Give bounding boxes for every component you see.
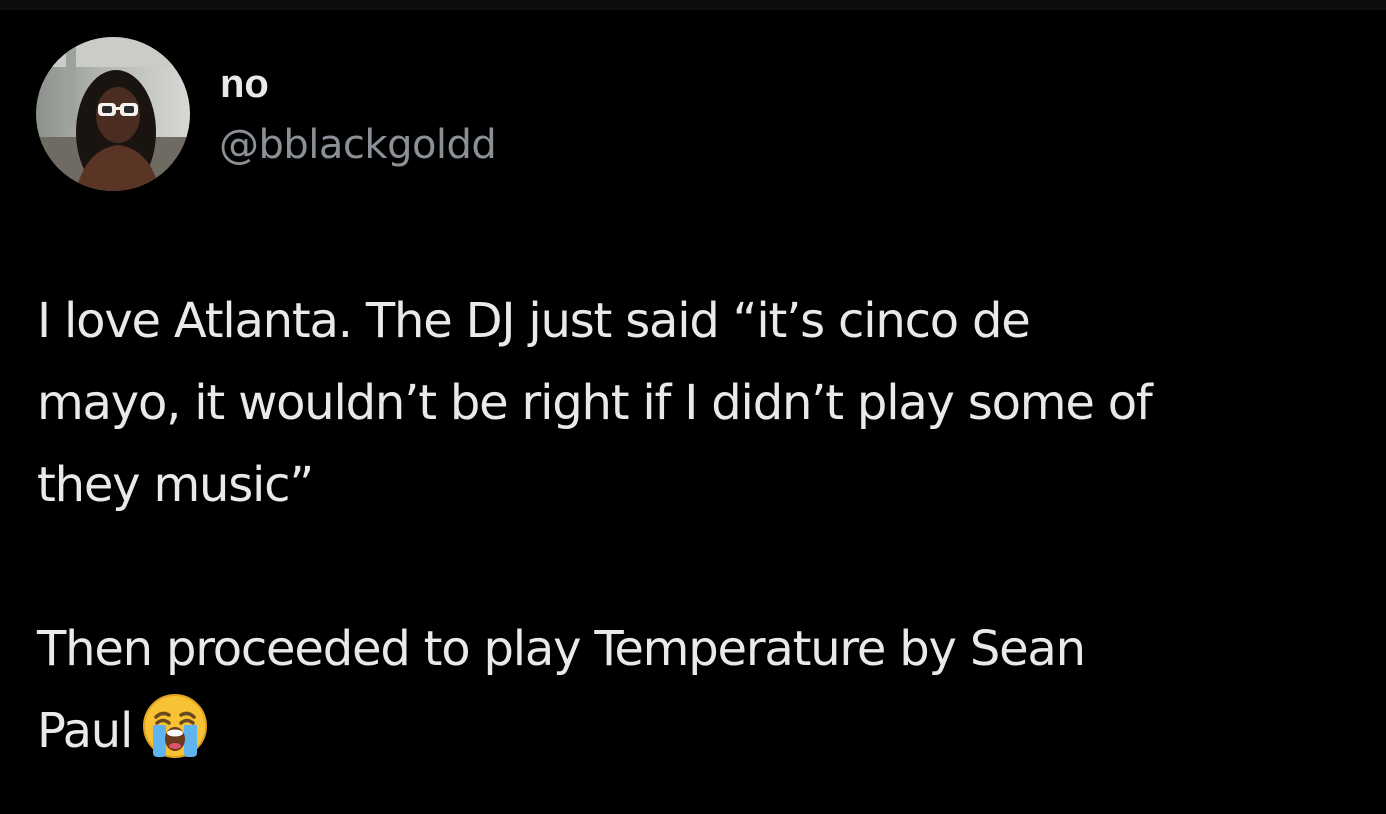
tweet-line: I love Atlanta. The DJ just said “it’s c… (37, 293, 1031, 349)
top-strip (0, 0, 1386, 10)
user-handle[interactable]: @bblackgoldd (219, 120, 497, 170)
tweet-card: no @bblackgoldd I love Atlanta. The DJ j… (0, 0, 1386, 814)
avatar[interactable] (36, 37, 190, 191)
tweet-paragraph: I love Atlanta. The DJ just said “it’s c… (37, 280, 1337, 526)
avatar-image (36, 37, 190, 191)
tweet-text: I love Atlanta. The DJ just said “it’s c… (37, 280, 1337, 784)
display-name[interactable]: no (220, 60, 269, 108)
tweet-line-with-emoji: Paul (37, 690, 1337, 784)
tweet-paragraph: Then proceeded to play Temperature by Se… (37, 608, 1337, 784)
tweet-line-text: Paul (37, 703, 133, 759)
tweet-line: Then proceeded to play Temperature by Se… (37, 621, 1086, 677)
loudly-crying-face-icon (142, 693, 208, 784)
tweet-line: mayo, it wouldn’t be right if I didn’t p… (37, 375, 1153, 431)
tweet-line: they music” (37, 457, 314, 513)
